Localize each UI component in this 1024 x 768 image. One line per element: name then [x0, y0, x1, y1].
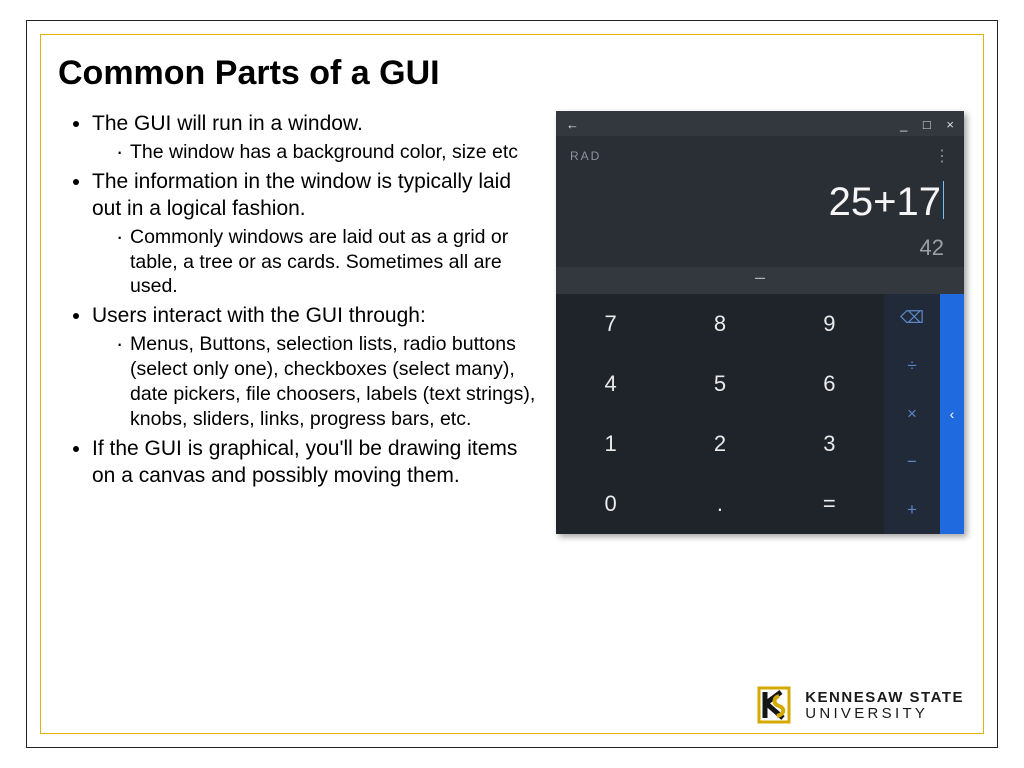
sub-bullet-text: Commonly windows are laid out as a grid … [116, 225, 538, 300]
key-backspace[interactable]: ⌫ [884, 294, 940, 342]
slide-title: Common Parts of a GUI [58, 54, 966, 93]
bullet-item: The information in the window is typical… [92, 169, 538, 300]
close-icon[interactable]: × [946, 117, 954, 132]
key-5[interactable]: 5 [665, 354, 774, 414]
key-4[interactable]: 4 [556, 354, 665, 414]
slide-body: The GUI will run in a window. The window… [58, 111, 966, 534]
logo-line-2: UNIVERSITY [805, 706, 964, 721]
sub-bullet-text: Menus, Buttons, selection lists, radio b… [116, 332, 538, 432]
calc-titlebar: ← _ □ × [556, 111, 964, 136]
key-8[interactable]: 8 [665, 294, 774, 354]
angle-mode-label[interactable]: RAD [570, 149, 601, 163]
calculator-screenshot: ← _ □ × RAD ⋮ 25+17 42 – 7 8 9 [556, 111, 964, 534]
bullet-text: The information in the window is typical… [92, 170, 511, 220]
key-equals[interactable]: = [775, 474, 884, 534]
sub-bullet-text: The window has a background color, size … [116, 140, 538, 165]
key-0[interactable]: 0 [556, 474, 665, 534]
key-7[interactable]: 7 [556, 294, 665, 354]
key-3[interactable]: 3 [775, 414, 884, 474]
ksu-logo-icon [753, 684, 795, 726]
key-2[interactable]: 2 [665, 414, 774, 474]
bullet-item: The GUI will run in a window. The window… [92, 111, 538, 165]
key-divide[interactable]: ÷ [884, 342, 940, 390]
calc-modebar: RAD ⋮ [556, 136, 964, 170]
key-6[interactable]: 6 [775, 354, 884, 414]
bullet-item: Users interact with the GUI through: Men… [92, 303, 538, 432]
bullet-text: If the GUI is graphical, you'll be drawi… [92, 437, 517, 487]
sub-bullet-list: Menus, Buttons, selection lists, radio b… [92, 332, 538, 432]
calc-keypad: 7 8 9 4 5 6 1 2 3 0 . = ⌫ ÷ × − [556, 294, 964, 534]
maximize-icon[interactable]: □ [923, 117, 931, 132]
key-9[interactable]: 9 [775, 294, 884, 354]
text-column: The GUI will run in a window. The window… [58, 111, 538, 534]
slide-content: Common Parts of a GUI The GUI will run i… [58, 54, 966, 714]
calc-expression[interactable]: 25+17 [556, 170, 964, 231]
window-controls: _ □ × [888, 117, 954, 132]
collapse-handle-icon[interactable]: – [556, 267, 964, 294]
cursor-icon [943, 181, 944, 219]
minimize-icon[interactable]: _ [900, 117, 907, 132]
kebab-menu-icon[interactable]: ⋮ [934, 146, 950, 166]
bullet-item: If the GUI is graphical, you'll be drawi… [92, 436, 538, 490]
logo-line-1: KENNESAW STATE [805, 690, 964, 705]
operator-column: ⌫ ÷ × − + [884, 294, 940, 534]
calc-result: 42 [556, 231, 964, 267]
expression-text: 25+17 [829, 180, 941, 224]
number-pad: 7 8 9 4 5 6 1 2 3 0 . = [556, 294, 884, 534]
key-subtract[interactable]: − [884, 438, 940, 486]
university-name: KENNESAW STATE UNIVERSITY [805, 690, 964, 721]
university-logo: KENNESAW STATE UNIVERSITY [753, 684, 964, 726]
key-multiply[interactable]: × [884, 390, 940, 438]
back-icon[interactable]: ← [566, 117, 579, 132]
sub-bullet-list: The window has a background color, size … [92, 140, 538, 165]
key-add[interactable]: + [884, 486, 940, 534]
bullet-text: The GUI will run in a window. [92, 112, 363, 135]
expand-panel-button[interactable]: ‹ [940, 294, 964, 534]
sub-bullet-list: Commonly windows are laid out as a grid … [92, 225, 538, 300]
bullet-list: The GUI will run in a window. The window… [58, 111, 538, 490]
key-1[interactable]: 1 [556, 414, 665, 474]
key-decimal[interactable]: . [665, 474, 774, 534]
bullet-text: Users interact with the GUI through: [92, 304, 426, 327]
